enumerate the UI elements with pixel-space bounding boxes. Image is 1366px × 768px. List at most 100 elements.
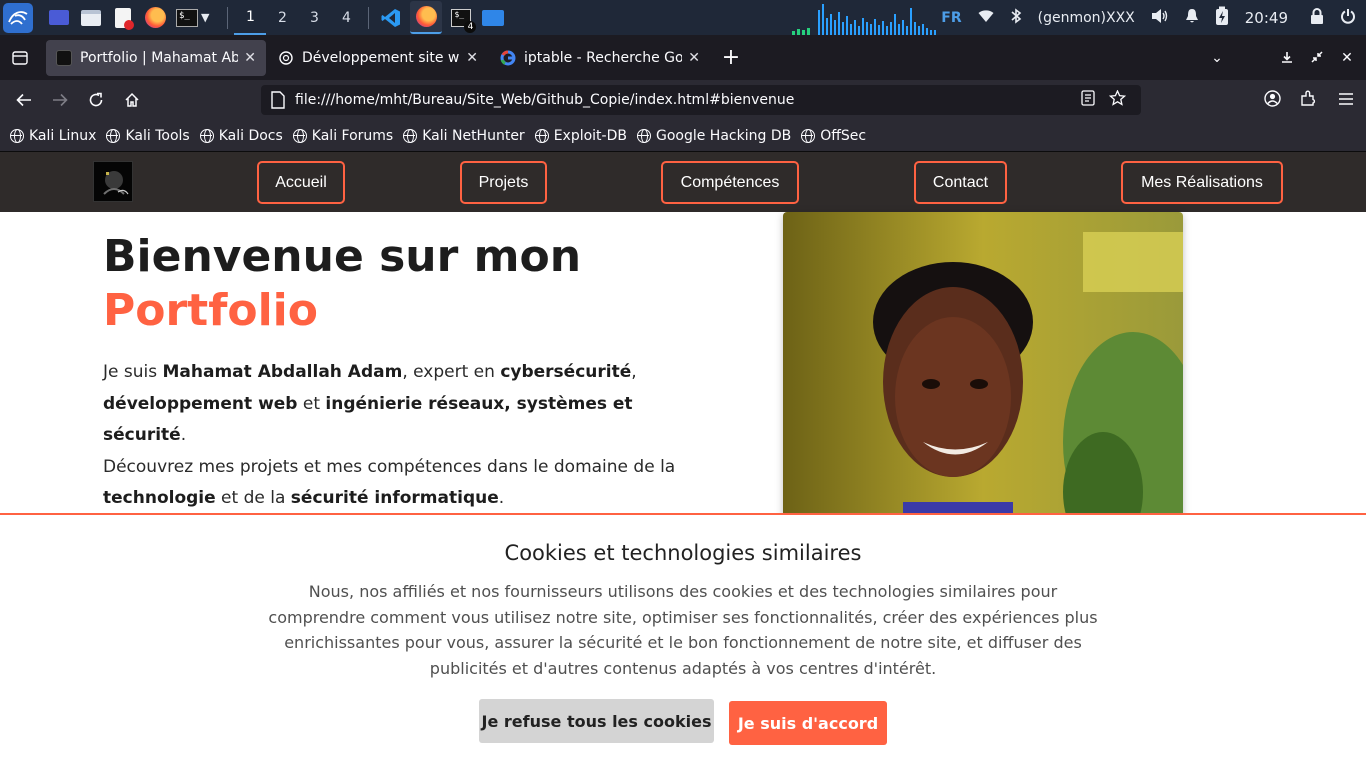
close-tab-icon[interactable]: ✕ [244, 50, 256, 66]
terminal-launcher-icon[interactable]: $_ [174, 5, 200, 31]
wifi-icon[interactable] [978, 9, 994, 27]
extensions-icon[interactable] [1290, 90, 1326, 111]
refuse-cookies-button[interactable]: Je refuse tous les cookies [479, 699, 714, 743]
text-editor-icon[interactable] [110, 5, 136, 31]
globe-icon [10, 128, 24, 143]
back-button[interactable] [9, 85, 39, 115]
globe-icon [636, 128, 651, 143]
bookmark-label: OffSec [820, 127, 867, 144]
keyboard-layout-indicator[interactable]: FR [941, 10, 961, 26]
terminal-taskbar-icon[interactable]: $_ 4 [448, 5, 477, 33]
new-tab-button[interactable]: + [716, 43, 746, 73]
workspace-4[interactable]: 4 [330, 0, 362, 35]
google-favicon-icon [500, 50, 516, 66]
cookie-banner-title: Cookies et technologies similaires [504, 541, 862, 565]
tab-title: Portfolio | Mahamat Abdallah [80, 49, 239, 66]
accept-cookies-button[interactable]: Je suis d'accord [729, 701, 887, 745]
forward-button[interactable] [45, 85, 75, 115]
page-icon [271, 91, 285, 109]
bookmark-kali-docs[interactable]: Kali Docs [199, 128, 283, 144]
text-segment: Découvrez mes projets et mes compétences… [103, 456, 676, 477]
bookmarks-toolbar: Kali Linux Kali Tools Kali Docs Kali For… [0, 120, 1366, 152]
hero-title: Bienvenue sur mon Portfolio [103, 230, 723, 338]
bookmark-label: Kali NetHunter [422, 127, 525, 144]
app-menu-icon[interactable] [1326, 91, 1366, 110]
bluetooth-icon[interactable] [1010, 7, 1022, 28]
close-tab-icon[interactable]: ✕ [688, 50, 700, 66]
skill-highlight: cybersécurité [500, 362, 632, 382]
text-segment: , expert en [402, 362, 501, 382]
power-icon[interactable] [1340, 8, 1356, 28]
cookie-banner: Cookies et technologies similaires Nous,… [0, 513, 1366, 768]
chatgpt-favicon-icon [278, 50, 294, 66]
workspace-1[interactable]: 1 [234, 0, 267, 35]
cookie-banner-text: Nous, nos affiliés et nos fournisseurs u… [268, 582, 1098, 678]
lock-screen-icon[interactable] [1310, 7, 1324, 28]
firefox-launcher-icon[interactable] [142, 5, 168, 31]
portfolio-favicon-icon [56, 49, 72, 66]
file-manager-icon[interactable] [78, 5, 104, 31]
nav-competences-link[interactable]: Compétences [661, 161, 799, 204]
globe-icon [292, 128, 307, 143]
bookmark-google-hacking-db[interactable]: Google Hacking DB [636, 127, 792, 144]
workspace-switcher: 1 2 3 4 [221, 0, 375, 35]
tab-portfolio[interactable]: Portfolio | Mahamat Abdallah ✕ [46, 39, 266, 76]
tab-developpement[interactable]: Développement site web ✕ [268, 40, 488, 76]
nav-realisations-link[interactable]: Mes Réalisations [1121, 161, 1283, 204]
reload-button[interactable] [81, 85, 111, 115]
profile-photo [783, 212, 1183, 532]
list-all-tabs-icon[interactable]: ⌄ [1202, 50, 1232, 66]
volume-icon[interactable] [1151, 8, 1169, 28]
bookmark-exploit-db[interactable]: Exploit-DB [534, 127, 627, 144]
close-window-icon[interactable]: ✕ [1332, 50, 1362, 66]
bookmark-star-icon[interactable] [1108, 89, 1133, 110]
reader-view-icon[interactable] [1081, 90, 1109, 110]
bookmark-label: Kali Forums [311, 127, 394, 144]
tab-title: iptable - Recherche Google [524, 49, 683, 66]
bookmark-kali-tools[interactable]: Kali Tools [106, 127, 190, 144]
workspace-3[interactable]: 3 [298, 0, 330, 35]
chevron-down-icon[interactable]: ▼ [201, 11, 209, 24]
nav-accueil-link[interactable]: Accueil [257, 161, 345, 204]
bookmark-label: Kali Tools [125, 127, 190, 144]
bookmark-label: Google Hacking DB [655, 127, 792, 144]
bookmark-label: Exploit-DB [553, 127, 627, 144]
system-panel: $_ ▼ 1 2 3 4 $_ 4 FR (genmon)XXX 20:49 [0, 0, 1366, 35]
folder-taskbar-icon[interactable] [480, 5, 506, 31]
account-icon[interactable] [1254, 89, 1290, 111]
nav-projets-link[interactable]: Projets [460, 161, 547, 204]
terminal-count-badge: 4 [464, 20, 477, 33]
workspace-2[interactable]: 2 [266, 0, 298, 35]
bookmark-kali-nethunter[interactable]: Kali NetHunter [403, 127, 525, 144]
globe-icon [199, 128, 214, 143]
text-segment: Je suis [103, 362, 163, 382]
kali-menu-icon[interactable] [3, 2, 33, 33]
bookmark-kali-linux[interactable]: Kali Linux [10, 128, 96, 144]
nav-contact-link[interactable]: Contact [914, 161, 1007, 204]
close-tab-icon[interactable]: ✕ [466, 50, 478, 66]
bookmark-kali-forums[interactable]: Kali Forums [292, 127, 394, 144]
bookmark-offsec[interactable]: OffSec [801, 128, 866, 144]
skill-highlight: développement web [103, 393, 298, 414]
tab-overview-icon[interactable] [0, 40, 40, 76]
restore-window-icon[interactable] [1302, 48, 1332, 67]
bookmark-label: Kali Linux [29, 127, 97, 144]
tab-iptable[interactable]: iptable - Recherche Google ✕ [490, 40, 710, 76]
clock[interactable]: 20:49 [1245, 9, 1288, 27]
battery-charging-icon[interactable] [1215, 6, 1229, 30]
genmon-plugin[interactable]: (genmon)XXX [1038, 10, 1135, 26]
site-logo[interactable] [93, 161, 133, 202]
home-button[interactable] [117, 85, 147, 115]
hero-title-line: Bienvenue sur mon [103, 231, 582, 282]
text-segment: . [498, 488, 505, 509]
show-desktop-icon[interactable] [46, 5, 72, 31]
vscode-taskbar-icon[interactable] [378, 5, 404, 31]
notification-bell-icon[interactable] [1185, 8, 1199, 28]
url-text[interactable]: file:///home/mht/Bureau/Site_Web/Github_… [295, 92, 794, 108]
download-icon[interactable] [1272, 48, 1302, 67]
firefox-taskbar-icon[interactable] [410, 1, 443, 34]
url-bar[interactable]: file:///home/mht/Bureau/Site_Web/Github_… [261, 85, 1141, 115]
navigation-toolbar: file:///home/mht/Bureau/Site_Web/Github_… [0, 80, 1366, 120]
globe-icon [801, 128, 816, 143]
globe-icon [403, 128, 418, 143]
